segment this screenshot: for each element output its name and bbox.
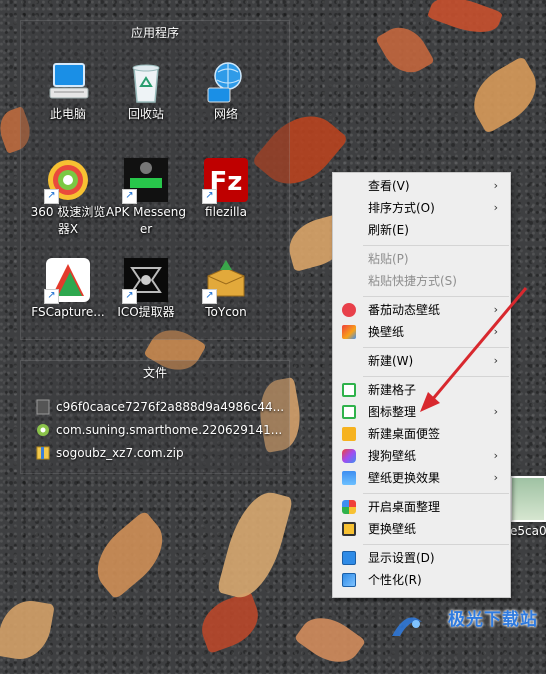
watermark-logo-icon xyxy=(392,617,422,636)
annotation-arrow-icon xyxy=(420,287,528,412)
watermark-text: 极光下载站 xyxy=(448,610,538,630)
